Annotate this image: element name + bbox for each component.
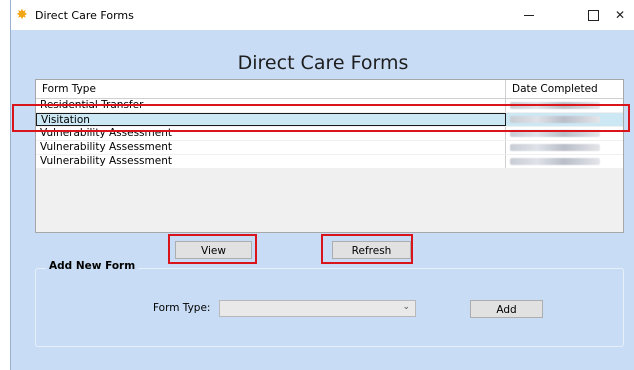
highlight-view-button xyxy=(168,234,257,264)
highlight-selected-row xyxy=(12,104,630,132)
minimize-button[interactable] xyxy=(509,0,549,30)
main-window: ✸ Direct Care Forms ✕ Direct Care Forms … xyxy=(10,0,634,370)
grid-header: Form Type Date Completed xyxy=(36,80,623,99)
table-row[interactable]: Vulnerability Assessment xyxy=(36,141,623,155)
forms-grid[interactable]: Form Type Date Completed Residential Tra… xyxy=(35,79,624,233)
redacted-date xyxy=(510,158,600,165)
date-completed-cell xyxy=(506,155,623,168)
form-type-cell: Vulnerability Assessment xyxy=(36,155,506,168)
highlight-refresh-button xyxy=(321,234,413,264)
minimize-icon xyxy=(524,15,534,16)
title-bar: ✸ Direct Care Forms ✕ xyxy=(11,0,634,30)
form-type-label: Form Type: xyxy=(153,302,211,314)
chevron-down-icon: ⌄ xyxy=(402,302,410,312)
close-button[interactable]: ✕ xyxy=(605,0,634,30)
date-completed-cell xyxy=(506,141,623,154)
window-title: Direct Care Forms xyxy=(35,9,134,22)
form-type-cell: Vulnerability Assessment xyxy=(36,141,506,154)
redacted-date xyxy=(510,144,600,151)
group-title: Add New Form xyxy=(46,260,139,272)
table-row[interactable]: Vulnerability Assessment xyxy=(36,155,623,169)
column-header-date-completed[interactable]: Date Completed xyxy=(506,80,623,98)
star-burst-icon: ✸ xyxy=(16,7,28,23)
maximize-icon xyxy=(587,10,599,21)
column-header-form-type[interactable]: Form Type xyxy=(36,80,506,98)
add-new-form-group: Add New Form Form Type: ⌄ Add xyxy=(35,260,624,347)
page-title: Direct Care Forms xyxy=(237,52,409,74)
form-type-select[interactable]: ⌄ xyxy=(219,300,416,317)
add-button[interactable]: Add xyxy=(470,300,543,318)
close-icon: ✕ xyxy=(614,8,626,22)
